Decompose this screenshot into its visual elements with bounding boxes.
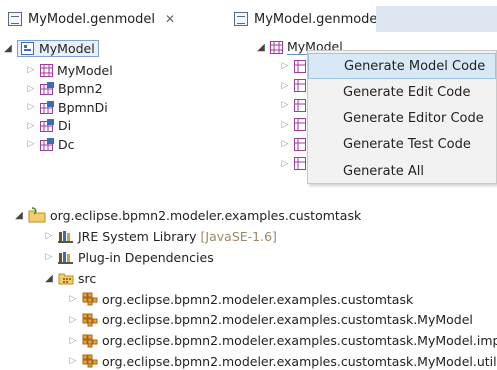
expand-triangle-icon[interactable]: ◢ [14,210,24,221]
plugin-deps-label: Plug-in Dependencies [78,249,214,265]
project-name: org.eclipse.bpmn2.modeler.examples.custo… [50,207,362,223]
menu-item-generate-all[interactable]: Generate All [308,158,496,184]
java-package-icon [82,313,98,327]
package-icon [294,59,306,73]
expand-triangle-icon[interactable]: ◢ [44,273,54,284]
right-tab-title: MyModel.genmodel [254,11,382,27]
package-icon [294,157,306,170]
plugin-deps-row[interactable]: ▷ Plug-in Dependencies [44,248,214,266]
package-label: org.eclipse.bpmn2.modeler.examples.custo… [102,312,473,328]
collapse-triangle-icon[interactable]: ▷ [280,61,290,71]
menu-item-generate-editor-code[interactable]: Generate Editor Code [308,106,496,132]
collapse-triangle-icon[interactable]: ▷ [280,100,290,110]
left-editor-tab[interactable]: MyModel.genmodel ✕ [2,6,181,32]
genmodel-file-icon [234,12,248,26]
tree-item-label: Di [58,118,72,133]
package-row[interactable]: ▷ org.eclipse.bpmn2.modeler.examples.cust… [68,290,414,308]
tree-item-label: Dc [58,136,75,152]
java-package-icon [82,354,98,368]
tree-item-hidden[interactable]: ▷ [280,57,306,75]
package-label: org.eclipse.bpmn2.modeler.examples.custo… [102,353,497,369]
tree-item-hidden[interactable]: ▷ [280,116,306,134]
project-row[interactable]: ◢ org.eclipse.bpmn2.modeler.examples.cus… [14,206,361,224]
package-label: org.eclipse.bpmn2.modeler.examples.custo… [102,291,414,307]
collapse-triangle-icon[interactable]: ▷ [26,139,36,149]
library-icon [58,230,73,243]
package-icon [270,40,283,54]
tree-item[interactable]: ▷ MyModel [26,61,113,79]
tree-root-row[interactable]: ◢ MyModel [3,39,99,57]
package-icon [294,98,306,112]
jre-library-row[interactable]: ▷ JRE System Library [JavaSE-1.6] [44,227,277,245]
library-icon [58,251,73,264]
tree-item-hidden[interactable]: ▷ [280,135,306,153]
collapse-triangle-icon[interactable]: ▷ [44,231,54,241]
package-row[interactable]: ▷ org.eclipse.bpmn2.modeler.examples.cust… [68,311,473,329]
gen-package-icon [40,82,54,95]
collapse-triangle-icon[interactable]: ▷ [44,252,54,262]
tree-item[interactable]: ▷ BpmnDi [26,98,108,116]
package-icon [294,79,306,92]
tree-item[interactable]: ▷ Di [26,117,72,135]
tree-item-label: BpmnDi [58,99,108,115]
tree-item-hidden[interactable]: ▷ [280,77,306,95]
menu-item-generate-model-code[interactable]: Generate Model Code [308,53,496,79]
package-row[interactable]: ▷ org.eclipse.bpmn2.modeler.examples.cust… [68,332,497,350]
package-icon [294,137,306,151]
genmodel-root-icon [21,41,34,55]
collapse-triangle-icon[interactable]: ▷ [26,121,36,131]
collapse-triangle-icon[interactable]: ▷ [26,84,36,94]
package-icon [294,118,306,131]
menu-item-generate-test-code[interactable]: Generate Test Code [308,132,496,158]
package-row[interactable]: ▷ org.eclipse.bpmn2.modeler.examples.cust… [68,352,497,370]
src-label: src [78,270,97,286]
package-label: org.eclipse.bpmn2.modeler.examples.custo… [102,333,497,349]
gen-package-icon [40,100,54,114]
collapse-triangle-icon[interactable]: ▷ [280,159,290,169]
collapse-triangle-icon[interactable]: ▷ [280,139,290,149]
tree-item[interactable]: ▷ Dc [26,135,75,153]
source-folder-icon [58,273,74,285]
context-menu: Generate Model Code Generate Edit Code Gen… [307,50,497,184]
expand-triangle-icon[interactable]: ◢ [256,42,266,53]
collapse-triangle-icon[interactable]: ▷ [280,120,290,130]
collapse-triangle-icon[interactable]: ▷ [68,294,78,304]
tree-item-hidden[interactable]: ▷ [280,155,306,173]
jre-version: [JavaSE-1.6] [200,228,277,244]
java-package-icon [82,334,98,348]
tree-root-label: MyModel [39,40,95,56]
gen-package-icon [40,119,54,132]
expand-triangle-icon[interactable]: ◢ [3,43,13,54]
gen-package-icon [40,137,54,151]
collapse-triangle-icon[interactable]: ▷ [68,356,78,366]
collapse-triangle-icon[interactable]: ▷ [68,315,78,325]
package-icon [40,63,53,77]
tree-item-label: Bpmn2 [58,81,103,96]
plugin-project-icon [28,207,46,223]
tree-root-selected[interactable]: MyModel [17,39,99,57]
jre-label: JRE System Library [78,228,197,244]
collapse-triangle-icon[interactable]: ▷ [280,81,290,91]
tree-item-label: MyModel [57,62,113,78]
tabbar-empty-area [376,6,497,32]
left-tab-close-icon[interactable]: ✕ [165,12,175,26]
collapse-triangle-icon[interactable]: ▷ [68,336,78,346]
menu-item-generate-edit-code[interactable]: Generate Edit Code [308,79,496,105]
java-package-icon [82,292,98,306]
genmodel-file-icon [8,12,22,26]
tree-item[interactable]: ▷ Bpmn2 [26,80,103,98]
collapse-triangle-icon[interactable]: ▷ [26,102,36,112]
tree-item-hidden[interactable]: ▷ [280,96,306,114]
left-tab-title: MyModel.genmodel [28,11,156,27]
src-folder-row[interactable]: ◢ src [44,269,96,287]
collapse-triangle-icon[interactable]: ▷ [26,65,36,75]
